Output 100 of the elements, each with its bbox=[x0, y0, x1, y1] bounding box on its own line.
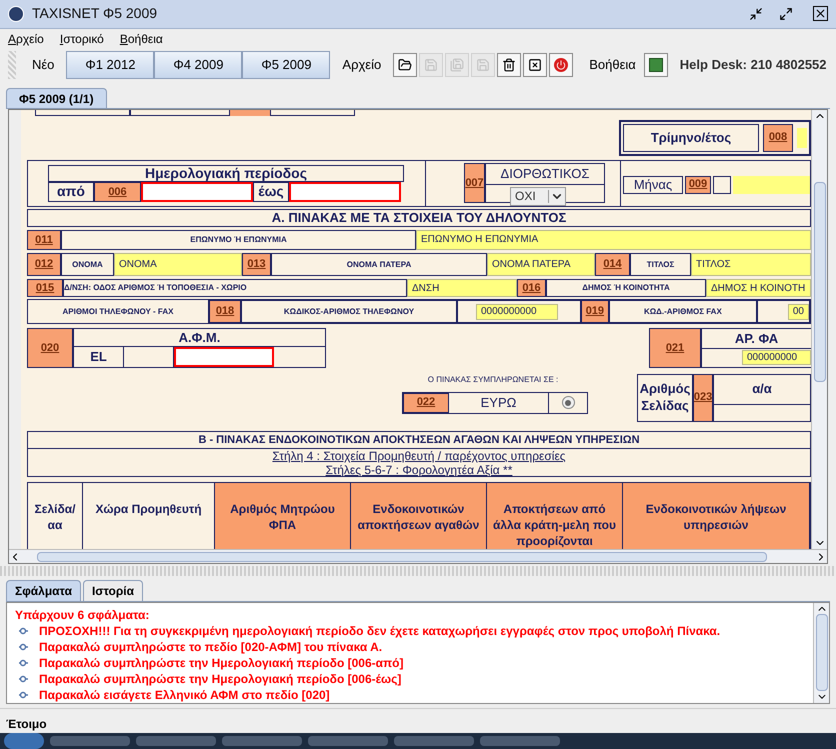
field-code: 011 bbox=[27, 230, 61, 250]
section-heading: Α. ΠΙΝΑΚΑΣ ΜΕ ΤΑ ΣΤΟΙΧΕΙΑ ΤΟΥ ΔΗΛΟΥΝΤΟΣ bbox=[27, 208, 811, 227]
field-label: ΚΩΔ.-ΑΡΙΘΜΟΣ FAX bbox=[608, 300, 757, 324]
help-button[interactable] bbox=[644, 52, 668, 77]
panel-tab[interactable]: Σφάλματα bbox=[6, 580, 81, 601]
field-code: 007 bbox=[464, 163, 485, 204]
menu-item[interactable]: Βοήθεια bbox=[120, 30, 163, 48]
toolbar-button[interactable] bbox=[497, 52, 522, 77]
input-field[interactable]: 0000000000 bbox=[476, 304, 558, 320]
input-field[interactable]: ΤΙΤΛΟΣ bbox=[691, 252, 811, 276]
toolbar-grip bbox=[8, 50, 16, 79]
input-field[interactable]: ΕΠΩΝΥΜΟ Η ΕΠΩΝΥΜΙΑ bbox=[416, 230, 811, 250]
taskbar-button[interactable] bbox=[50, 736, 130, 746]
taskbar-button[interactable] bbox=[394, 736, 474, 746]
save-all-icon bbox=[450, 58, 464, 72]
currency-label: ΕΥΡΩ bbox=[449, 392, 549, 413]
input-field[interactable]: ΟΝΟΜΑ bbox=[114, 252, 242, 276]
status-text: Έτοιμο bbox=[6, 716, 47, 734]
field-code: 019 bbox=[580, 300, 609, 324]
maximize-icon[interactable] bbox=[779, 6, 793, 21]
period-title: Ημερολογιακή περίοδος bbox=[48, 164, 404, 182]
currency-radio[interactable] bbox=[562, 396, 574, 410]
restore-icon[interactable] bbox=[749, 6, 763, 21]
input-field[interactable]: ΟΝΟΜΑ ΠΑΤΕΡΑ bbox=[487, 252, 595, 276]
taskbar-button[interactable] bbox=[308, 736, 388, 746]
error-message[interactable]: ΠΡΟΣΟΧΗ!!! Για τη συγκεκριμένη ημερολογιακή περίοδο δεν έχετε καταχωρήσει εγγραφές στον προς υποβολή Πίνακα. bbox=[39, 622, 720, 639]
field-code: 020 bbox=[27, 328, 73, 368]
taskbar-button[interactable] bbox=[222, 736, 302, 746]
field-label: έως bbox=[253, 182, 289, 202]
start-orb[interactable] bbox=[4, 733, 44, 749]
column-heading: α/α bbox=[714, 374, 810, 405]
toolbar-label: Νέο bbox=[32, 56, 54, 74]
power-icon bbox=[554, 58, 568, 72]
column-header: Αριθμός Μητρώου ΦΠΑ bbox=[215, 483, 351, 550]
toolbar-button[interactable] bbox=[523, 52, 548, 77]
field-code: 013 bbox=[242, 252, 271, 276]
subtitle-line: Στήλες 5-6-7 : Φορολογητέα Αξία ** bbox=[326, 462, 512, 477]
horizontal-scrollbar[interactable] bbox=[9, 549, 827, 564]
input-field[interactable] bbox=[713, 176, 731, 194]
form-button[interactable]: Φ4 2009 bbox=[154, 50, 242, 79]
taskbar-button[interactable] bbox=[480, 736, 560, 746]
input-field[interactable]: ΔΗΜΟΣ Η ΚΟΙΝΟΤΗ bbox=[706, 279, 811, 298]
toolbar-label: Αρχείο bbox=[342, 56, 382, 74]
field-code: 008 bbox=[763, 124, 793, 152]
field-code: 018 bbox=[209, 300, 241, 324]
field-code: 009 bbox=[685, 176, 711, 194]
form-button[interactable]: Φ5 2009 bbox=[242, 50, 330, 79]
toolbar-label: Βοήθεια bbox=[589, 56, 636, 74]
app-icon bbox=[8, 6, 24, 22]
error-message[interactable]: Παρακαλώ συμπληρώστε την Ημερολογιακή περίοδο [006-από] bbox=[39, 654, 404, 671]
input-field[interactable] bbox=[733, 176, 810, 194]
column-header: Ενδοκοινοτικών λήψεων υπηρεσιών bbox=[623, 483, 810, 550]
error-message[interactable]: Παρακαλώ εισάγετε Ελληνικό ΑΦΜ στο πεδίο [020] bbox=[39, 686, 330, 703]
form-button[interactable]: Φ1 2012 bbox=[66, 50, 154, 79]
field-label: από bbox=[48, 182, 94, 202]
field-code: 015 bbox=[27, 279, 63, 298]
date-field[interactable] bbox=[289, 182, 401, 202]
input-field[interactable] bbox=[797, 128, 807, 148]
afm-field[interactable] bbox=[174, 347, 274, 367]
error-message[interactable]: Παρακαλώ συμπληρώστε το πεδίο [020-ΑΦΜ] του πίνακα Α. bbox=[39, 638, 382, 655]
field-code: 021 bbox=[649, 328, 701, 368]
menu-item[interactable]: Αρχείο bbox=[8, 30, 44, 48]
save-icon bbox=[424, 58, 438, 72]
input-field[interactable]: ΔΝΣΗ bbox=[407, 279, 517, 298]
errors-heading: Υπάρχουν 6 σφάλματα: bbox=[15, 606, 150, 623]
field-code: 006 bbox=[94, 182, 141, 202]
panel-tab[interactable]: Ιστορία bbox=[82, 580, 143, 601]
column-header: Ενδοκοινοτικών αποκτήσεων αγαθών bbox=[351, 483, 487, 550]
field-label: ΔΗΜΟΣ Ή ΚΟΙΝΟΤΗΤΑ bbox=[546, 279, 706, 298]
field-code: 023 bbox=[693, 374, 713, 422]
field-label: ΕΠΩΝΥΜΟ Ή ΕΠΩΝΥΜΙΑ bbox=[61, 230, 416, 250]
field-label: ΚΩΔΙΚΟΣ-ΑΡΙΘΜΟΣ ΤΗΛΕΦΩΝΟΥ bbox=[241, 300, 457, 324]
field-code: 016 bbox=[517, 279, 546, 298]
input-field[interactable]: 00 bbox=[788, 304, 809, 320]
errors-scrollbar[interactable] bbox=[813, 602, 829, 703]
field-label: Τρίμηνο/έτος bbox=[623, 124, 759, 152]
field-label: Δ/ΝΣΗ: ΟΔΟΣ ΑΡΙΘΜΟΣ Ή ΤΟΠΟΘΕΣΙΑ - ΧΩΡΙΟ bbox=[63, 279, 407, 298]
afm-prefix: EL bbox=[74, 347, 124, 367]
close-icon[interactable] bbox=[813, 6, 828, 22]
corrective-dropdown[interactable]: ΟΧΙ bbox=[510, 186, 566, 206]
toolbar-button[interactable] bbox=[393, 52, 418, 77]
vertical-scrollbar[interactable] bbox=[811, 110, 827, 550]
field-label: ΟΝΟΜΑ ΠΑΤΕΡΑ bbox=[271, 252, 487, 276]
close-icon bbox=[528, 58, 542, 72]
currency-caption: Ο ΠΙΝΑΚΑΣ ΣΥΜΠΛΗΡΩΝΕΤΑΙ ΣΕ : bbox=[426, 374, 560, 386]
helpdesk-text: Help Desk: 210 4802552 bbox=[680, 56, 827, 74]
section-heading: Β - ΠΙΝΑΚΑΣ ΕΝΔΟΚΟΙΝΟΤΙΚΩΝ ΑΠΟΚΤΗΣΕΩΝ ΑΓΑΘΩΝ ΚΑΙ ΛΗΨΕΩΝ ΥΠΗΡΕΣΙΩΝ bbox=[27, 431, 811, 450]
taskbar-button[interactable] bbox=[136, 736, 216, 746]
menu-item[interactable]: Ιστορικό bbox=[60, 30, 104, 48]
field-code: 022 bbox=[403, 392, 449, 413]
subtitle-line: Στήλη 4 : Στοιχεία Προμηθευτή / παρέχοντος υπηρεσίες bbox=[272, 448, 566, 463]
input-field[interactable]: 000000000 bbox=[742, 350, 811, 366]
date-field[interactable] bbox=[141, 182, 253, 202]
trash-icon bbox=[502, 58, 516, 72]
field-label: ΟΝΟΜΑ bbox=[61, 252, 114, 276]
window-title: TAXISNET Φ5 2009 bbox=[32, 4, 158, 24]
field-code: 012 bbox=[27, 252, 61, 276]
document-tab[interactable]: Φ5 2009 (1/1) bbox=[6, 88, 107, 108]
error-message[interactable]: Παρακαλώ συμπληρώστε την Ημερολογιακή περίοδο [006-έως] bbox=[39, 670, 402, 687]
field-label: ΤΙΤΛΟΣ bbox=[630, 252, 691, 276]
